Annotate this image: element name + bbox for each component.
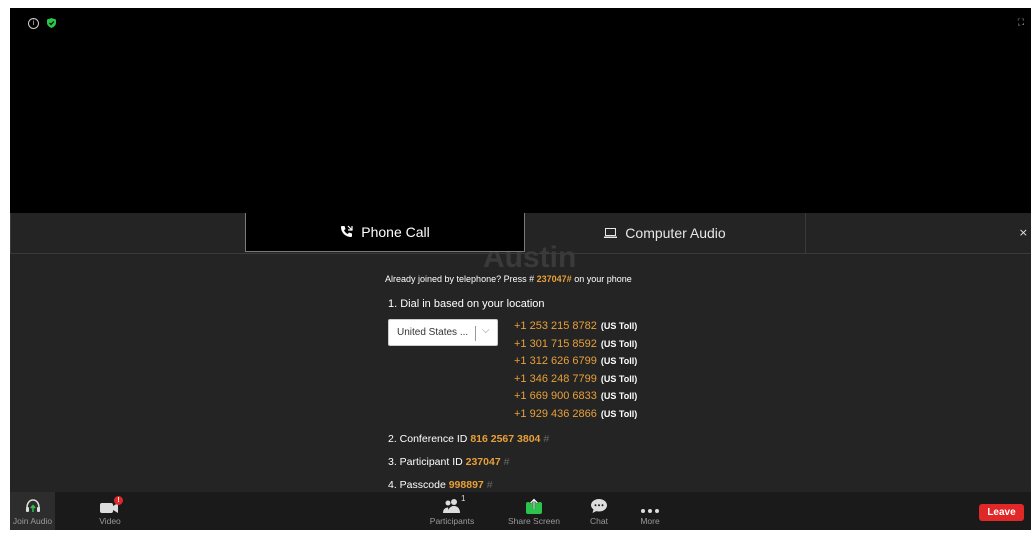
- fullscreen-icon[interactable]: ⛶: [1018, 18, 1024, 28]
- dial-in-type: (US Toll): [600, 321, 638, 331]
- share-screen-button[interactable]: Share Screen: [504, 492, 564, 530]
- phone-icon: [341, 225, 353, 237]
- country-select[interactable]: United States ... ⌵: [388, 319, 498, 346]
- participant-id-hash: #: [503, 456, 510, 468]
- tab-computer-audio-label: Computer Audio: [625, 225, 726, 241]
- country-select-value: United States ...: [397, 327, 469, 338]
- passcode-label: 4. Passcode: [388, 479, 446, 491]
- participants-label: Participants: [429, 516, 475, 526]
- dial-in-type: (US Toll): [600, 408, 638, 419]
- tab-divider: [805, 213, 806, 253]
- participants-count: 1: [461, 494, 466, 503]
- share-screen-label: Share Screen: [508, 516, 560, 526]
- tab-phone-call[interactable]: Phone Call: [245, 213, 525, 252]
- already-joined-code: 237047#: [536, 274, 572, 284]
- dial-in-row: +1 312 626 6799 (US Toll): [514, 355, 637, 373]
- info-icon[interactable]: i: [28, 18, 39, 29]
- shield-icon[interactable]: [47, 18, 56, 28]
- dial-in-number[interactable]: +1 312 626 6799: [514, 355, 597, 367]
- video-area: i ⛶: [10, 8, 1031, 213]
- participants-button[interactable]: 1 Participants: [422, 492, 482, 530]
- tab-phone-call-label: Phone Call: [361, 223, 430, 240]
- already-joined-prefix: Already joined by telephone? Press #: [385, 274, 535, 284]
- dial-in-numbers: +1 253 215 8782 (US Toll) +1 301 715 8592…: [514, 320, 637, 426]
- conference-id-line: 2. Conference ID 816 2567 3804 #: [388, 433, 549, 445]
- video-label: Video: [99, 516, 121, 526]
- chat-icon: [591, 499, 607, 513]
- chat-label: Chat: [590, 516, 608, 526]
- participant-id-label: 3. Participant ID: [388, 456, 463, 468]
- meeting-toolbar: Join Audio ! Video 1 Participants Share …: [10, 492, 1031, 530]
- dial-in-number[interactable]: +1 301 715 8592: [514, 338, 597, 350]
- tab-divider: [10, 213, 11, 253]
- passcode-value: 998897: [448, 479, 484, 491]
- dial-in-row: +1 301 715 8592 (US Toll): [514, 338, 637, 356]
- passcode-line: 4. Passcode 998897 #: [388, 479, 493, 491]
- close-icon[interactable]: ×: [1019, 226, 1028, 239]
- dial-in-number[interactable]: +1 929 436 2866: [514, 408, 597, 420]
- dial-in-row: +1 929 436 2866 (US Toll): [514, 408, 637, 426]
- passcode-hash: #: [486, 479, 493, 491]
- chevron-down-icon: ⌵: [482, 325, 490, 336]
- participant-id-value: 237047: [465, 456, 501, 468]
- dial-in-row: +1 346 248 7799 (US Toll): [514, 373, 637, 391]
- dial-in-row: +1 669 900 6833 (US Toll): [514, 390, 637, 408]
- participants-icon: [443, 499, 460, 513]
- laptop-icon: [604, 228, 618, 238]
- video-warning-badge: !: [114, 496, 123, 505]
- dial-in-type: (US Toll): [600, 356, 638, 367]
- dial-in-row: +1 253 215 8782 (US Toll): [514, 320, 637, 338]
- join-audio-label: Join Audio: [12, 516, 53, 526]
- dial-in-number[interactable]: +1 346 248 7799: [514, 373, 597, 385]
- share-screen-icon: [526, 498, 542, 514]
- join-audio-panel: Computer Audio × Austin Phone Call Alrea…: [10, 213, 1031, 493]
- already-joined-suffix: on your phone: [574, 274, 632, 284]
- select-divider: [475, 326, 476, 341]
- join-audio-button[interactable]: Join Audio: [10, 492, 55, 530]
- dial-in-number[interactable]: +1 253 215 8782: [514, 320, 597, 332]
- more-button[interactable]: More: [635, 492, 665, 530]
- conference-id-label: 2. Conference ID: [388, 433, 468, 445]
- dial-in-type: (US Toll): [600, 391, 638, 402]
- dial-in-number[interactable]: +1 669 900 6833: [514, 390, 597, 402]
- dial-in-type: (US Toll): [600, 373, 638, 384]
- more-label: More: [640, 516, 660, 526]
- headphones-icon: [25, 499, 40, 512]
- more-icon: [641, 509, 659, 513]
- already-joined-text: Already joined by telephone? Press # 237…: [385, 274, 632, 284]
- participant-id-line: 3. Participant ID 237047 #: [388, 456, 509, 468]
- leave-button[interactable]: Leave: [979, 504, 1024, 521]
- video-button[interactable]: ! Video: [90, 492, 130, 530]
- conference-id-hash: #: [543, 433, 550, 445]
- chat-button[interactable]: Chat: [584, 492, 614, 530]
- conference-id-value: 816 2567 3804: [470, 433, 541, 445]
- dial-in-type: (US Toll): [600, 338, 638, 349]
- dial-heading: 1. Dial in based on your location: [388, 298, 545, 310]
